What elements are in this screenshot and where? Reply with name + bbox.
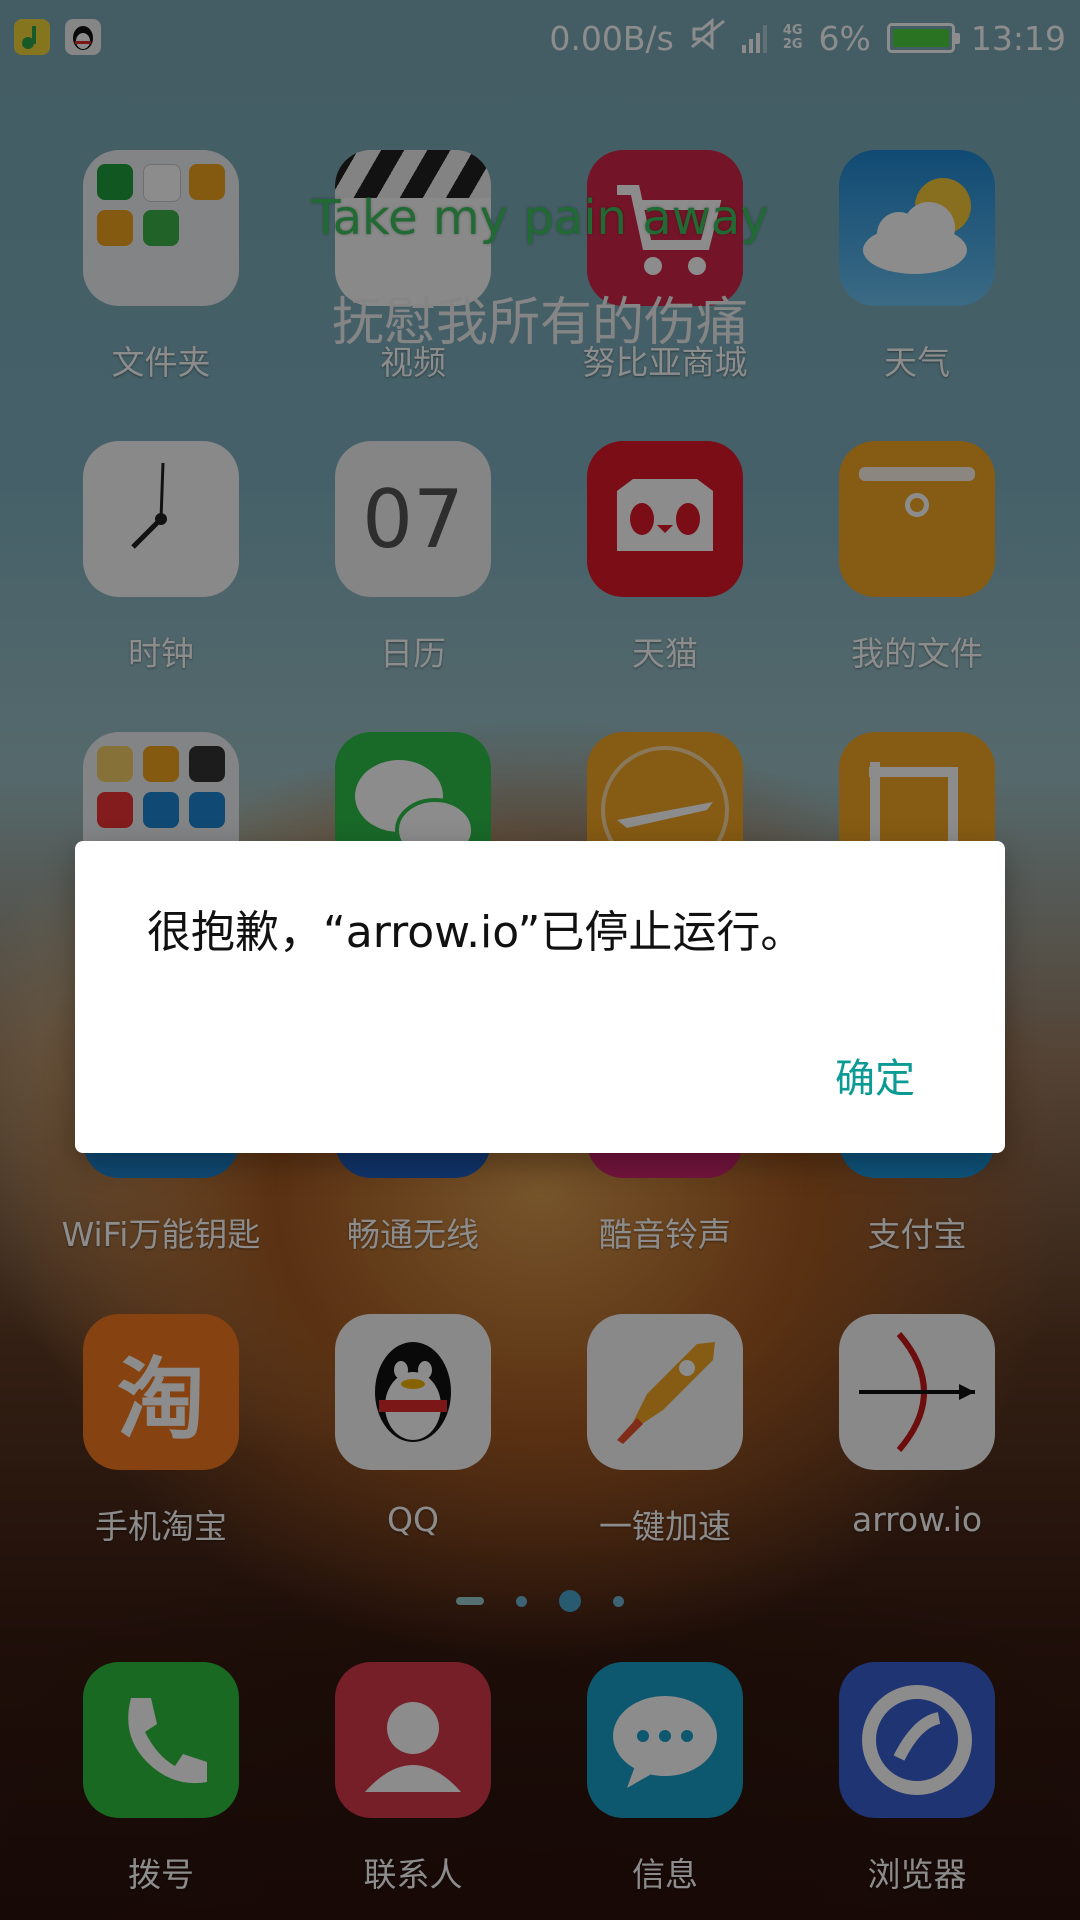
home-screen: 0.00B/s 4G 2G 6% 13:19 文件夹 视频 努比亚商城 天气 时… (0, 0, 1080, 1920)
ok-button[interactable]: 确定 (835, 1046, 915, 1104)
dialog-message: 很抱歉，“arrow.io”已停止运行。 (147, 907, 805, 958)
app-crash-dialog: 很抱歉，“arrow.io”已停止运行。 确定 (75, 841, 1005, 1153)
